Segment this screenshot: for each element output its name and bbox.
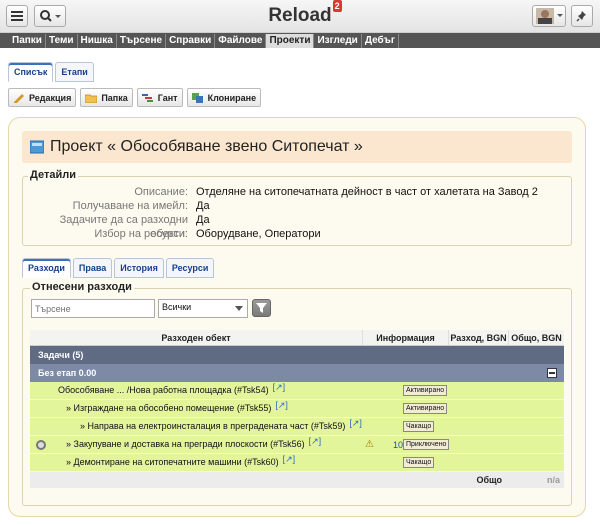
nav-item[interactable]: Изгледи — [314, 34, 362, 48]
task-name-text[interactable]: » Закупуване и доставка на прегради плос… — [66, 439, 305, 449]
tab-list[interactable]: Списък — [8, 62, 54, 82]
external-link-icon[interactable]: [↗] — [283, 454, 296, 464]
clone-icon — [191, 92, 203, 103]
edit-label: Редакция — [29, 92, 72, 103]
detail-value: Отделяне на ситопечатната дейност в част… — [196, 186, 538, 198]
folder-label: Папка — [101, 92, 128, 103]
detail-row: Описание: Отделяне на ситопечатната дейно… — [30, 185, 590, 199]
gantt-label: Гант — [157, 92, 178, 103]
filter-select[interactable]: Всички — [158, 299, 248, 318]
folder-button[interactable]: Папка — [80, 88, 133, 107]
col-total: Общо, BGN — [508, 330, 564, 345]
clone-label: Клониране — [207, 92, 257, 103]
nav-item[interactable]: Дебъг — [362, 34, 400, 48]
filter-button[interactable] — [252, 299, 271, 317]
pencil-icon — [14, 93, 24, 103]
detail-row: Избор на ресурси: Оборудване, Оператори — [30, 227, 590, 241]
pin-icon — [576, 11, 586, 22]
funnel-icon — [256, 303, 267, 313]
external-link-icon[interactable]: [↗] — [273, 382, 286, 392]
task-name-text[interactable]: Обособяване ... /Нова работна площадка (… — [58, 385, 269, 395]
nav-item[interactable]: Справки — [166, 34, 216, 48]
tab-rights[interactable]: Права — [72, 258, 113, 278]
table-row[interactable]: » Изграждане на обособено помещение (#Ts… — [30, 400, 564, 418]
gear-icon[interactable] — [36, 439, 46, 450]
status-badge: Активирано — [403, 403, 448, 414]
nav-item[interactable]: Теми — [46, 34, 78, 48]
external-link-icon[interactable]: [↗] — [349, 418, 362, 428]
detail-tabs: Разходи Права История Ресурси — [22, 258, 216, 278]
nav-item[interactable]: Нишка — [78, 34, 117, 48]
status-badge: Чакащо — [403, 457, 435, 468]
pin-button[interactable] — [571, 5, 593, 27]
detail-label: Избор на ресурси: — [94, 228, 188, 240]
detail-value: Оборудване, Оператори — [196, 228, 321, 240]
stage-row: Без етап 0.00 — [30, 364, 564, 382]
nav-item[interactable]: Проекти — [266, 34, 315, 48]
nav-item[interactable]: Файлове — [215, 34, 267, 48]
chevron-down-icon — [235, 306, 243, 311]
table-row[interactable]: ⚠ » Закупуване и доставка на прегради пло… — [30, 436, 564, 454]
col-info: Информация — [362, 330, 448, 345]
tab-history[interactable]: История — [114, 258, 164, 278]
page-title: Проект « Обособяване звено Ситопечат » — [50, 138, 363, 155]
main-nav: Папки Теми Нишка Търсене Справки Файлове Проек… — [0, 33, 600, 48]
clone-button[interactable]: Клониране — [186, 88, 262, 107]
collapse-icon[interactable] — [547, 368, 557, 378]
group-row-tasks: Задачи (5) — [30, 346, 564, 364]
app-title-text: Reload — [268, 5, 332, 26]
warning-icon: ⚠ — [365, 439, 374, 450]
col-expense: Разход, BGN — [448, 330, 508, 345]
task-name[interactable]: » Закупуване и доставка на прегради плос… — [66, 436, 322, 450]
detail-row: Получаване на имейл: Да — [30, 199, 590, 213]
expenses-table: Разходен обект Информация Разход, BGN Об… — [30, 330, 564, 488]
task-name-text[interactable]: » Направа на електроинсталация в преград… — [80, 421, 345, 431]
project-header: Проект « Обособяване звено Ситопечат » — [22, 131, 572, 163]
footer-total: n/a — [546, 475, 560, 485]
user-menu-button[interactable] — [532, 5, 566, 27]
table-row[interactable]: » Демонтиране на ситопечатните машини (#… — [30, 454, 564, 472]
status-badge: Активирано — [403, 385, 448, 396]
detail-label: Описание: — [134, 186, 188, 198]
external-link-icon[interactable]: [↗] — [275, 400, 288, 410]
details-legend: Детайли — [28, 169, 78, 181]
table-header: Разходен обект Информация Разход, BGN Об… — [30, 330, 564, 346]
nav-item[interactable]: Папки — [9, 34, 46, 48]
gantt-button[interactable]: Гант — [136, 88, 183, 107]
detail-label: Получаване на имейл: — [72, 200, 188, 212]
notification-badge[interactable]: 2 — [332, 0, 342, 12]
table-footer: Общо n/a — [30, 472, 564, 488]
stage-label: Без етап 0.00 — [38, 368, 97, 378]
tab-stages[interactable]: Етапи — [55, 62, 94, 82]
view-tabs: Списък Етапи — [8, 62, 96, 82]
status-badge: Чакащо — [403, 421, 435, 432]
nav-item[interactable]: Търсене — [117, 34, 167, 48]
tab-expenses[interactable]: Разходи — [22, 258, 71, 278]
task-name[interactable]: » Демонтиране на ситопечатните машини (#… — [66, 454, 296, 468]
gantt-icon — [141, 93, 153, 102]
app-title: Reload 2 — [0, 0, 600, 27]
task-name[interactable]: » Изграждане на обособено помещение (#Ts… — [66, 400, 288, 414]
status-badge: Приключено — [403, 439, 450, 450]
project-icon — [30, 140, 44, 154]
expenses-legend: Отнесени разходи — [30, 281, 134, 293]
table-row[interactable]: Обособяване ... /Нова работна площадка (… — [30, 382, 564, 400]
external-link-icon[interactable]: [↗] — [309, 436, 322, 446]
toolbar: Редакция Папка Гант Клониране — [8, 88, 262, 107]
task-name[interactable]: Обособяване ... /Нова работна площадка (… — [58, 382, 286, 396]
table-row[interactable]: » Направа на електроинсталация в преград… — [30, 418, 564, 436]
task-name-text[interactable]: » Изграждане на обособено помещение (#Ts… — [66, 403, 271, 413]
folder-icon — [85, 94, 98, 103]
edit-button[interactable]: Редакция — [8, 88, 77, 107]
filter-value: Всички — [162, 302, 192, 312]
detail-value: Да — [196, 200, 210, 212]
top-bar: Reload 2 — [0, 0, 600, 33]
task-name-text[interactable]: » Демонтиране на ситопечатните машини (#… — [66, 457, 279, 467]
tab-resources[interactable]: Ресурси — [165, 258, 215, 278]
avatar — [536, 8, 563, 24]
col-object: Разходен обект — [161, 333, 231, 343]
footer-label: Общо — [476, 475, 502, 485]
search-input[interactable] — [31, 299, 155, 318]
task-name[interactable]: » Направа на електроинсталация в преград… — [80, 418, 362, 432]
